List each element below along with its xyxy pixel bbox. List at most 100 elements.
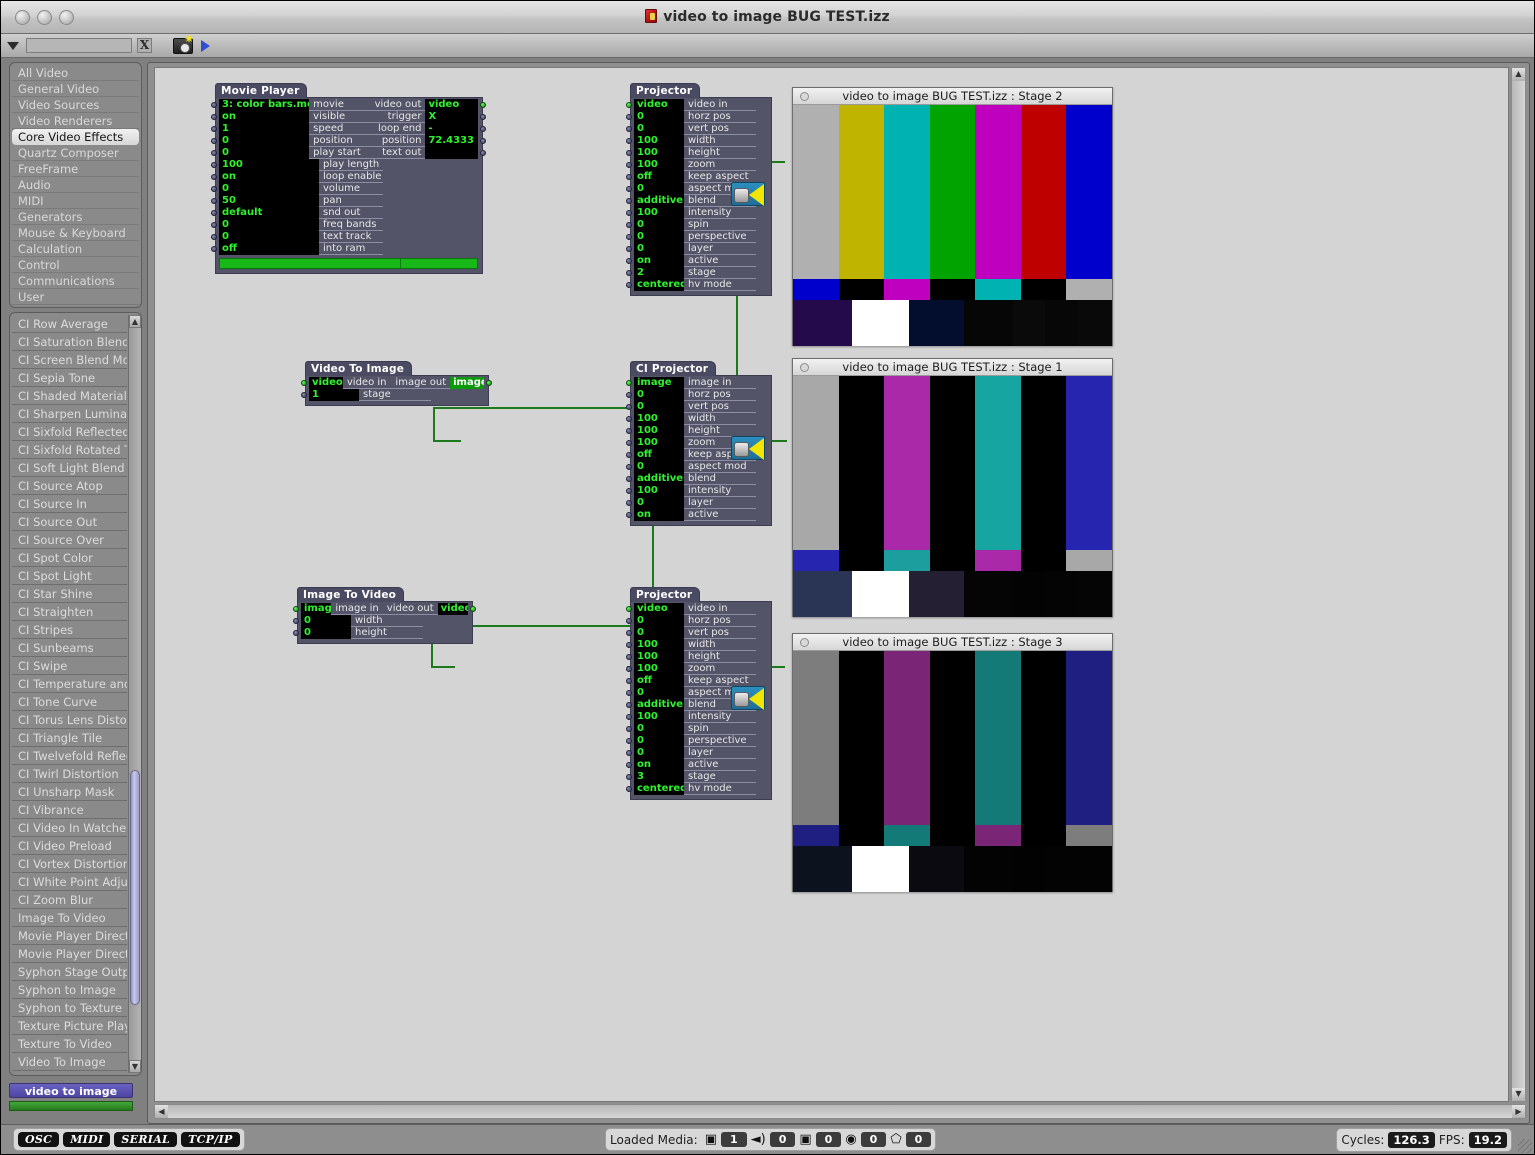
input-port-dot[interactable] — [626, 654, 632, 660]
effect-list-item[interactable]: CI White Point Adjus — [12, 873, 127, 891]
output-port-value[interactable] — [425, 147, 478, 159]
port-value[interactable]: 100 — [634, 135, 684, 147]
stage-window-stage-3[interactable]: video to image BUG TEST.izz : Stage 3 — [792, 633, 1113, 892]
node-title[interactable]: CI Projector — [630, 361, 717, 376]
input-port-dot[interactable] — [211, 222, 217, 228]
input-port-dot[interactable] — [211, 102, 217, 108]
canvas-vertical-scrollbar[interactable]: ▲ ▼ — [1511, 67, 1526, 1102]
input-port-dot[interactable] — [211, 138, 217, 144]
effect-list-item[interactable]: CI Video In Watcher — [12, 819, 127, 837]
port-value[interactable]: 0 — [634, 401, 684, 413]
port-value[interactable]: 0 — [634, 497, 684, 509]
input-port-dot[interactable] — [626, 678, 632, 684]
port-value[interactable]: 0 — [301, 627, 351, 639]
effect-list-item[interactable]: CI Spot Color — [12, 549, 127, 567]
input-port-dot[interactable] — [211, 210, 217, 216]
effect-list-item[interactable]: CI Triangle Tile — [12, 729, 127, 747]
sidebar-category-communications[interactable]: Communications — [12, 273, 139, 289]
effect-list-item[interactable]: Movie Player Direct D — [12, 945, 127, 963]
node-title[interactable]: Movie Player — [215, 83, 308, 98]
canvas-horizontal-scrollbar[interactable]: ◀ ▶ — [154, 1104, 1526, 1119]
effect-list-item[interactable]: Syphon to Image — [12, 981, 127, 999]
effect-list-item[interactable]: CI Tone Curve — [12, 693, 127, 711]
effect-list-item[interactable]: CI Source Over — [12, 531, 127, 549]
effect-list-item[interactable]: CI Source In — [12, 495, 127, 513]
sidebar-category-midi[interactable]: MIDI — [12, 193, 139, 209]
camera-icon[interactable] — [173, 32, 194, 54]
sidebar-category-general-video[interactable]: General Video — [12, 81, 139, 97]
port-value[interactable]: 0 — [634, 461, 684, 473]
input-port-dot[interactable] — [626, 246, 632, 252]
effect-list-item[interactable]: CI Temperature and — [12, 675, 127, 693]
input-port-dot[interactable] — [626, 234, 632, 240]
port-value[interactable]: off — [634, 171, 684, 183]
scroll-up-arrow-icon[interactable]: ▲ — [129, 315, 141, 328]
port-value[interactable]: 1 — [219, 123, 310, 135]
output-port-dot[interactable] — [480, 114, 486, 120]
port-value[interactable]: 0 — [634, 183, 684, 195]
input-port-dot[interactable] — [626, 618, 632, 624]
port-value[interactable]: 100 — [634, 147, 684, 159]
port-value[interactable]: 100 — [634, 651, 684, 663]
effect-list-item[interactable]: Syphon to Texture — [12, 999, 127, 1017]
sidebar-category-generators[interactable]: Generators — [12, 209, 139, 225]
stage-window-stage-1[interactable]: video to image BUG TEST.izz : Stage 1 — [792, 358, 1113, 617]
minimize-button[interactable] — [37, 9, 52, 25]
port-value[interactable]: centered — [634, 783, 684, 795]
port-value[interactable]: video — [634, 603, 684, 615]
effect-list-item[interactable]: CI Sharpen Luminan — [12, 405, 127, 423]
sidebar-category-all-video[interactable]: All Video — [12, 65, 139, 81]
port-value[interactable]: on — [219, 111, 310, 123]
port-value[interactable]: 0 — [634, 123, 684, 135]
protocol-serial-button[interactable]: SERIAL — [114, 1132, 178, 1147]
output-port-value[interactable]: - — [425, 123, 478, 135]
output-port-value[interactable]: 72.4333 — [425, 135, 478, 147]
search-input[interactable] — [26, 38, 132, 53]
port-value[interactable]: 0 — [219, 231, 319, 243]
resize-grip[interactable] — [1518, 1139, 1532, 1153]
input-port-dot[interactable] — [626, 762, 632, 768]
port-value[interactable]: 0 — [634, 111, 684, 123]
scroll-down-arrow-icon[interactable]: ▼ — [129, 1060, 141, 1073]
input-port-dot[interactable] — [626, 774, 632, 780]
output-port-value[interactable]: video — [437, 603, 468, 615]
port-value[interactable]: 100 — [634, 711, 684, 723]
input-port-dot[interactable] — [626, 702, 632, 708]
effect-list-item[interactable]: CI Saturation Blend — [12, 333, 127, 351]
sidebar-category-audio[interactable]: Audio — [12, 177, 139, 193]
port-value[interactable]: 100 — [634, 413, 684, 425]
port-value[interactable]: 100 — [219, 159, 319, 171]
effect-list-item[interactable]: CI Torus Lens Distor — [12, 711, 127, 729]
port-value[interactable]: 100 — [634, 159, 684, 171]
input-port-dot[interactable] — [626, 198, 632, 204]
scene-tab[interactable]: video to image — [9, 1083, 133, 1098]
port-value[interactable]: 0 — [219, 135, 310, 147]
input-port-dot[interactable] — [211, 126, 217, 132]
chevron-down-icon[interactable] — [7, 41, 19, 50]
port-value[interactable]: 100 — [634, 485, 684, 497]
sidebar-category-user[interactable]: User — [12, 289, 139, 305]
effect-list-item[interactable]: CI Sixfold Rotated Ti — [12, 441, 127, 459]
sidebar-category-mouse-keyboard[interactable]: Mouse & Keyboard — [12, 225, 139, 241]
input-port-dot[interactable] — [626, 186, 632, 192]
effect-list-item[interactable]: CI Sixfold Reflected — [12, 423, 127, 441]
input-port-dot[interactable] — [626, 138, 632, 144]
effect-list-item[interactable]: CI Twelvefold Reflec — [12, 747, 127, 765]
node-movie-player[interactable]: Movie Player3: color bars.movmovievideo … — [211, 83, 486, 274]
close-icon[interactable] — [800, 363, 809, 372]
effect-list-item[interactable]: CI Row Average — [12, 315, 127, 333]
input-port-dot[interactable] — [626, 630, 632, 636]
sidebar-category-control[interactable]: Control — [12, 257, 139, 273]
playback-progress-bar[interactable] — [219, 258, 478, 269]
sidebar-category-video-renderers[interactable]: Video Renderers — [12, 113, 139, 129]
port-value[interactable]: 3: color bars.mov — [219, 99, 310, 111]
input-port-dot[interactable] — [626, 210, 632, 216]
input-port-dot[interactable] — [211, 246, 217, 252]
input-port-dot[interactable] — [626, 102, 632, 108]
sidebar-category-calculation[interactable]: Calculation — [12, 241, 139, 257]
input-port-dot[interactable] — [626, 476, 632, 482]
port-value[interactable]: on — [634, 255, 684, 267]
input-port-dot[interactable] — [626, 162, 632, 168]
input-port-dot[interactable] — [626, 606, 632, 612]
node-title[interactable]: Image To Video — [297, 587, 405, 602]
